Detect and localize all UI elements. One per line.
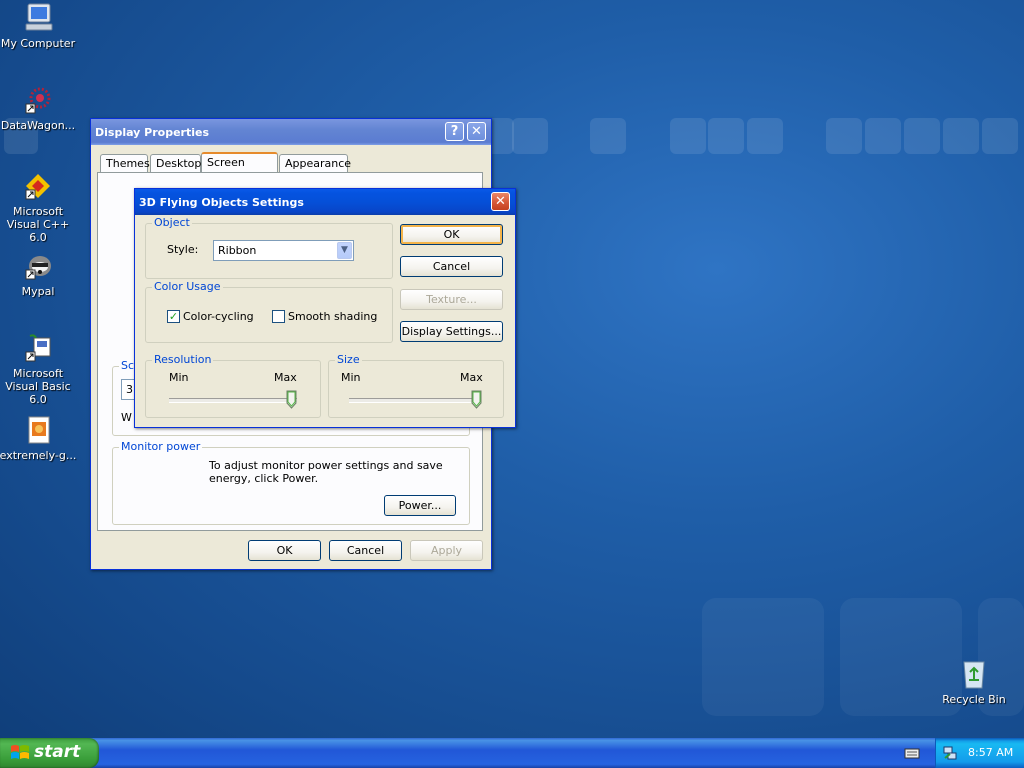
ok-button[interactable]: OK [248, 540, 321, 561]
desktop-icon-label: DataWagon... [0, 119, 76, 132]
monitor-power-text: To adjust monitor power settings and sav… [209, 459, 443, 485]
desktop-icon-label: extremely-g... [0, 449, 77, 462]
color-usage-label: Color Usage [152, 280, 223, 293]
desktop-icon-label: Microsoft Visual Basic 6.0 [5, 367, 71, 406]
size-slider-thumb[interactable] [471, 390, 482, 409]
monitor-power-group: Monitor power To adjust monitor power se… [112, 440, 470, 525]
smooth-shading-label[interactable]: Smooth shading [288, 310, 377, 323]
size-label: Size [335, 353, 362, 366]
resolution-label: Resolution [152, 353, 214, 366]
desktop-icon-label: Microsoft Visual C++ 6.0 [6, 205, 70, 244]
tab-label: Themes [106, 157, 150, 170]
system-tray: 8:57 AM [935, 738, 1024, 768]
monitor-power-label: Monitor power [119, 440, 203, 453]
apply-button-label: Apply [430, 544, 463, 557]
desktop-icon-visual-cpp[interactable]: Microsoft Visual C++ 6.0 [0, 170, 78, 244]
desktop-icon-my-computer[interactable]: My Computer [0, 2, 78, 50]
close-icon: ✕ [471, 124, 482, 139]
computer-icon [25, 3, 53, 31]
taskbar: start 8:57 AM [0, 738, 1024, 768]
style-select-value: Ribbon [218, 244, 257, 257]
visual-cpp-icon [25, 174, 50, 200]
object-group: Object Style: Ribbon ▼ [145, 216, 393, 279]
size-max-label: Max [460, 371, 483, 384]
help-icon: ? [450, 124, 459, 139]
network-icon[interactable] [942, 745, 958, 761]
window-title: Display Properties [95, 125, 210, 139]
resolution-group: Resolution Min Max [145, 353, 321, 418]
settings-cancel-button[interactable]: Cancel [400, 256, 503, 277]
tab-themes[interactable]: Themes [100, 154, 150, 172]
smooth-shading-checkbox[interactable] [272, 310, 285, 323]
settings-cancel-label: Cancel [432, 260, 471, 273]
image-file-icon [28, 416, 50, 444]
desktop-icon-label: Mypal [21, 285, 55, 298]
ok-button-label: OK [276, 544, 293, 557]
desktop-icon-recycle-bin[interactable]: Recycle Bin [934, 658, 1014, 706]
desktop-icon-visual-basic[interactable]: Microsoft Visual Basic 6.0 [0, 332, 78, 406]
desktop-icon-label: Recycle Bin [942, 693, 1006, 706]
display-properties-titlebar[interactable]: Display Properties [91, 119, 491, 145]
size-slider-track[interactable] [349, 398, 481, 403]
tab-label: Desktop [156, 157, 202, 170]
wait-label: W [121, 411, 132, 424]
keyboard-icon[interactable] [904, 745, 920, 761]
dialog-title: 3D Flying Objects Settings [139, 195, 304, 209]
settings-ok-button[interactable]: OK [400, 224, 503, 245]
tab-appearance[interactable]: Appearance [279, 154, 352, 172]
windows-logo-icon [11, 745, 29, 759]
recycle-bin-icon [963, 661, 985, 689]
close-icon: ✕ [495, 194, 506, 209]
flying-objects-settings-dialog: 3D Flying Objects Settings ✕ Object Styl… [134, 188, 516, 428]
mypal-icon [25, 256, 51, 280]
settings-close-button[interactable]: ✕ [491, 192, 510, 211]
object-group-label: Object [152, 216, 192, 229]
visual-basic-icon [25, 334, 51, 362]
style-label: Style: [167, 243, 199, 256]
display-settings-label: Display Settings... [401, 325, 502, 338]
resolution-max-label: Max [274, 371, 297, 384]
style-select[interactable]: Ribbon ▼ [213, 240, 354, 261]
desktop-icon-datawagon[interactable]: DataWagon... [0, 84, 78, 132]
color-usage-group: Color Usage ✓ Color-cycling Smooth shadi… [145, 280, 393, 343]
color-cycling-label[interactable]: Color-cycling [183, 310, 254, 323]
desktop-icon-label: My Computer [0, 37, 76, 50]
resolution-min-label: Min [169, 371, 189, 384]
shortcut-app-icon [25, 87, 51, 114]
power-button-label: Power... [398, 499, 442, 512]
cancel-button-label: Cancel [346, 544, 385, 557]
tab-desktop[interactable]: Desktop [150, 154, 201, 172]
close-button[interactable]: ✕ [467, 122, 486, 141]
texture-button[interactable]: Texture... [400, 289, 503, 310]
size-min-label: Min [341, 371, 361, 384]
settings-titlebar[interactable]: 3D Flying Objects Settings [135, 189, 515, 215]
power-button[interactable]: Power... [384, 495, 456, 516]
size-group: Size Min Max [328, 353, 504, 418]
display-settings-button[interactable]: Display Settings... [400, 321, 503, 342]
desktop-icon-mypal[interactable]: Mypal [0, 250, 78, 298]
resolution-slider-thumb[interactable] [286, 390, 297, 409]
tab-screen-saver[interactable]: Screen Saver [201, 152, 278, 186]
cancel-button[interactable]: Cancel [329, 540, 402, 561]
resolution-slider-track[interactable] [169, 398, 297, 403]
tab-label: Appearance [285, 157, 352, 170]
texture-button-label: Texture... [426, 293, 477, 306]
start-label: start [34, 742, 81, 762]
start-button[interactable]: start [0, 738, 99, 768]
desktop-icon-extremely-g[interactable]: extremely-g... [0, 414, 78, 462]
color-cycling-checkbox[interactable]: ✓ [167, 310, 180, 323]
clock[interactable]: 8:57 AM [968, 746, 1013, 759]
chevron-down-icon[interactable]: ▼ [337, 242, 352, 259]
help-button[interactable]: ? [445, 122, 464, 141]
apply-button[interactable]: Apply [410, 540, 483, 561]
settings-ok-label: OK [443, 228, 460, 241]
